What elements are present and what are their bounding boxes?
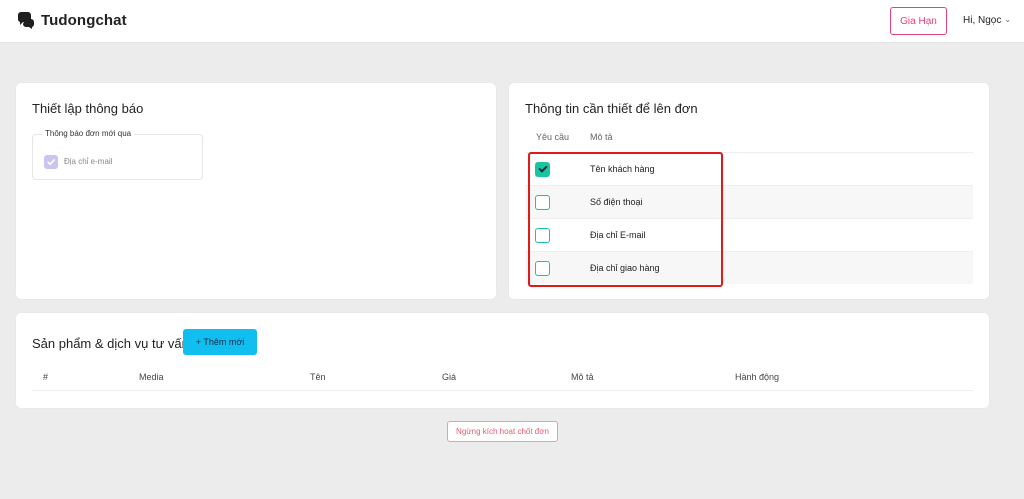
order-info-title: Thông tin cần thiết để lên đơn [525,101,698,116]
chevron-down-icon: ⌄ [1004,15,1012,24]
order-info-card: Thông tin cần thiết để lên đơn Yêu cầu M… [509,83,989,299]
column-actions: Hành động [735,372,780,382]
check-icon [47,159,55,166]
column-description: Mô tả [590,132,613,142]
notification-settings-title: Thiết lập thông báo [32,101,144,116]
chat-bubbles-icon [17,12,35,29]
column-index: # [43,372,49,382]
renew-button[interactable]: Gia Hạn [890,7,947,35]
column-media: Media [139,372,164,382]
brand-name: Tudongchat [41,11,127,29]
products-services-title: Sản phẩm & dịch vụ tư vấn [32,336,189,351]
notification-channel-legend: Thông báo đơn mới qua [42,129,135,138]
user-greeting: Hi, Ngọc [963,15,1002,26]
brand-logo[interactable]: Tudongchat [16,10,127,30]
email-notification-checkbox [44,155,58,169]
column-price: Giá [442,372,457,382]
email-notification-label: Địa chỉ e-mail [64,157,113,166]
products-services-card: Sản phẩm & dịch vụ tư vấn + Thêm mới # M… [16,313,989,408]
user-menu[interactable]: Hi, Ngọc ⌄ [963,15,1011,26]
notification-channel-group: Thông báo đơn mới qua Địa chỉ e-mail [32,129,203,180]
add-new-button[interactable]: + Thêm mới [183,329,257,355]
top-bar: Tudongchat Gia Hạn Hi, Ngọc ⌄ [0,0,1024,43]
table-divider [32,390,973,391]
column-description: Mô tả [571,372,594,382]
highlight-box [528,152,723,287]
notification-settings-card: Thiết lập thông báo Thông báo đơn mới qu… [16,83,496,299]
column-required: Yêu cầu [536,132,570,142]
deactivate-order-closing-button[interactable]: Ngừng kích hoạt chốt đơn [447,421,558,442]
column-name: Tên [310,372,326,382]
